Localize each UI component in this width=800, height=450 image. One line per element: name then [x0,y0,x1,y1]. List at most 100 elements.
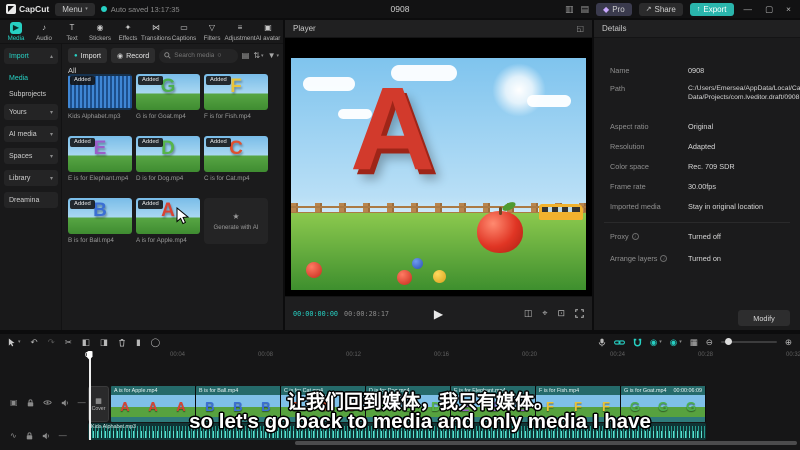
snapshot-icon[interactable]: ⌖ [542,308,547,319]
mirror-preview-icon[interactable]: ◫ [524,308,533,319]
lock-icon[interactable] [26,431,33,440]
tab-media[interactable]: ▶ Media [2,20,30,43]
player-viewport[interactable]: A [285,38,592,296]
horizontal-scrollbar[interactable] [295,441,797,445]
sidebar-item-dreamina[interactable]: Dreamina [4,192,58,208]
media-item-fish[interactable]: F Added F is for Fish.mp4 [204,74,268,120]
sidebar-item-ai-media[interactable]: AI media ▾ [4,126,58,142]
search-scope-icon: ○ [217,52,222,59]
video-thumbnail[interactable]: B Added [68,198,132,234]
sidebar-item-media[interactable]: Media [4,70,58,86]
search-box[interactable]: ○ [159,48,238,63]
details-header: Details [594,20,800,38]
zoom-out-button[interactable]: ⊖ [706,337,713,348]
sidebar-item-spaces[interactable]: Spaces ▾ [4,148,58,164]
ratio-icon[interactable]: ⊡ [557,308,565,319]
zoom-in-button[interactable]: ⊕ [785,337,792,348]
tab-stickers[interactable]: ◉ Stickers [86,20,114,43]
keyframe-button[interactable]: ◯ [151,337,161,348]
detail-row-name: Name 0908 [610,66,705,75]
layout-toggle-right-icon[interactable]: ▤ [581,4,590,14]
video-thumbnail[interactable]: G Added [136,74,200,110]
tab-ai-avatar[interactable]: ▣ AI avatar [254,20,282,43]
video-thumbnail[interactable]: C Added [204,136,268,172]
tab-audio[interactable]: ♪ Audio [30,20,58,43]
maximize-button[interactable]: ▢ [762,4,776,15]
details-panel: Details Name 0908 Path C:/Users/Emersea/Ap… [594,20,800,330]
delete-right-button[interactable]: ◨ [100,337,108,348]
fullscreen-icon[interactable] [575,309,584,318]
filter-icon[interactable]: ▼ ▾ [268,51,279,60]
audio-icon: ♪ [42,23,46,32]
media-item-cat[interactable]: C Added C is for Cat.mp4 [204,136,268,182]
link-clips-icon[interactable] [613,338,625,347]
stickers-icon: ◉ [96,23,104,32]
tab-adjustment[interactable]: ≡ Adjustment [225,20,256,43]
titlebar: CapCut Menu ▾ Auto saved 13:17:35 0908 ▥… [0,0,800,18]
video-thumbnail[interactable]: E Added [68,136,132,172]
redo-button[interactable]: ↷ [48,337,55,348]
apple [476,206,523,253]
player-header: Player ◱ [285,20,592,38]
media-item-dog[interactable]: D Added D is for Dog.mp4 [136,136,200,182]
modify-button[interactable]: Modify [738,310,790,326]
delete-icon[interactable] [118,338,126,347]
autosave-text: Auto saved 13:17:35 [110,4,180,14]
added-badge: Added [138,200,163,209]
filters-icon: ▽ [208,23,216,32]
generate-with-ai-tile[interactable]: ★ Generate with AI [204,198,268,244]
slider-handle[interactable] [724,338,732,345]
layout-toggle-left-icon[interactable]: ▥ [565,4,574,14]
delete-left-button[interactable]: ◧ [82,337,90,348]
freeze-frame-button[interactable]: ▮ [136,337,141,348]
search-input[interactable] [174,52,215,59]
sort-icon[interactable]: ⇅ ▾ [253,51,263,60]
export-button[interactable]: ↑ Export [689,2,734,16]
media-item-kids-alphabet[interactable]: Added Kids Alphabet.mp3 [68,74,132,120]
pro-button[interactable]: ◆ Pro [596,2,632,16]
ruler-label: 00:04 [170,352,186,358]
video-thumbnail[interactable]: D Added [136,136,200,172]
media-item-elephant[interactable]: E Added E is for Elephant.mp4 [68,136,132,182]
yellow-ball [432,270,446,284]
menu-button[interactable]: Menu ▾ [55,2,95,16]
sidebar-item-library[interactable]: Library ▾ [4,170,58,186]
detail-row-frame-rate: Frame rate 30.00fps [610,182,716,191]
media-item-apple[interactable]: A Added A is for Apple.mp4 [136,198,200,244]
lock-icon[interactable] [27,398,34,407]
preview-axis-icon[interactable]: ▦ [690,337,698,348]
split-button[interactable]: ✂ [65,337,72,348]
detach-player-icon[interactable]: ◱ [576,24,584,33]
tab-effects[interactable]: ✦ Effects [114,20,142,43]
timeline-zoom-slider[interactable] [720,338,777,345]
tab-captions[interactable]: ▭ Captions [170,20,198,43]
undo-button[interactable]: ↶ [31,337,38,348]
sidebar-item-yours[interactable]: Yours ▾ [4,104,58,120]
media-item-goat[interactable]: G Added G is for Goat.mp4 [136,74,200,120]
select-tool-button[interactable]: ▾ [8,337,21,347]
media-item-ball[interactable]: B Added B is for Ball.mp4 [68,198,132,244]
auto-ripple-button[interactable]: ◉ ▾ [670,337,682,348]
tab-text[interactable]: T Text [58,20,86,43]
record-voiceover-icon[interactable] [598,338,606,347]
mouse-cursor [176,207,190,225]
compact-view-icon[interactable]: ▤ [242,51,250,60]
sidebar-item-import[interactable]: Import ▴ [4,48,58,64]
tab-transitions[interactable]: ⋈ Transitions [141,20,171,43]
minimize-button[interactable]: — [741,4,756,14]
sidebar-item-subprojects[interactable]: Subprojects [4,86,58,102]
close-button[interactable]: × [783,4,794,14]
timeline-ruler[interactable]: 0 00:04 00:08 00:12 00:16 00:20 00:24 00… [0,350,800,362]
video-thumbnail[interactable]: F Added [204,74,268,110]
import-button[interactable]: ● Import [68,48,107,63]
magnet-snap-icon[interactable] [633,338,642,347]
video-thumbnail[interactable]: A Added [136,198,200,234]
record-button[interactable]: ◉ Record [111,48,156,63]
tab-filters[interactable]: ▽ Filters [198,20,226,43]
main-track-magnet-button[interactable]: ◉ ▾ [650,337,662,348]
audio-thumbnail[interactable]: Added [68,74,132,110]
play-button[interactable]: ▶ [434,307,443,321]
share-button[interactable]: ↗ Share [638,2,683,16]
ruler-label: 00:16 [434,352,450,358]
cursor-icon [8,337,15,346]
